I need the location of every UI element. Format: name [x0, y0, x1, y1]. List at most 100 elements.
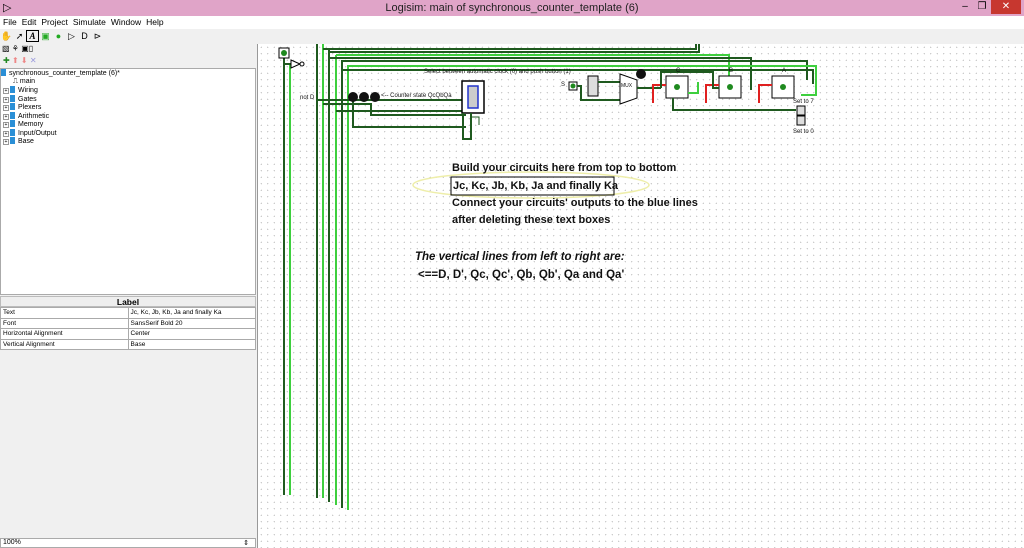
attr-name: Font — [0, 317, 129, 329]
zoom-value: 100% — [3, 539, 21, 546]
menu-window[interactable]: Window — [111, 17, 141, 27]
expand-icon[interactable]: + — [3, 139, 9, 145]
lib-label: Plexers — [18, 104, 42, 111]
ff-b-label: B — [729, 68, 734, 74]
lib-label: Base — [18, 138, 34, 145]
tree-lib-io[interactable]: + Input/Output — [1, 128, 255, 138]
expand-icon[interactable]: + — [3, 96, 9, 103]
title-bar: ▷ Logisim: main of synchronous_counter_t… — [0, 0, 1024, 16]
minimize-button[interactable]: – — [958, 0, 972, 14]
tree-lib-wiring[interactable]: + Wiring — [1, 86, 255, 95]
close-button[interactable]: ✕ — [991, 0, 1021, 14]
add-circuit-icon[interactable]: ✚ — [3, 56, 10, 65]
attr-name: Text — [0, 307, 129, 319]
clock-select-label: Select between automatic clock (0) and p… — [424, 69, 571, 75]
instruction-line-1[interactable]: Build your circuits here from top to bot… — [452, 162, 676, 174]
not-d-label: not D — [300, 95, 315, 101]
folder-icon — [10, 86, 15, 93]
menu-file[interactable]: File — [3, 17, 17, 27]
mux-label: MUX — [621, 83, 633, 89]
vertical-note-line-1[interactable]: The vertical lines from left to right ar… — [415, 251, 625, 263]
folder-icon — [10, 137, 15, 144]
attribute-header: Label — [0, 296, 256, 307]
move-up-icon[interactable]: ⬆ — [12, 56, 19, 65]
tree-lib-memory[interactable]: + Memory — [1, 120, 255, 129]
instruction-line-2[interactable]: Jc, Kc, Jb, Kb, Ja and finally Ka — [453, 180, 618, 192]
folder-icon — [10, 111, 15, 119]
attr-value-font[interactable]: SansSerif Bold 20 — [127, 317, 256, 329]
and-gate-icon[interactable]: D — [78, 31, 91, 41]
layout-view-icon[interactable]: ▣ — [21, 44, 29, 53]
delete-circuit-icon[interactable]: ✕ — [30, 56, 37, 65]
ff-a-label: A — [782, 68, 787, 74]
attr-value-text[interactable]: Jc, Kc, Jb, Kb, Ja and finally Ka — [127, 307, 256, 319]
view-toolbar: ▧ ⚘ ▣▯ — [2, 44, 33, 56]
not-gate-icon[interactable]: ▷ — [65, 31, 78, 42]
appearance-view-icon[interactable]: ▯ — [29, 44, 33, 53]
counter-state-label: <-- Counter state QcQbQa — [381, 93, 452, 99]
text-tool-icon[interactable]: A — [26, 30, 39, 42]
tree-lib-base[interactable]: + Base — [1, 137, 255, 146]
toolbar: ✋ ➚ A ▣ ● ▷ D ⊳ — [0, 30, 140, 43]
jk-flip-flops — [652, 71, 806, 126]
zoom-select[interactable]: 100% ⇕ — [0, 538, 256, 548]
tree-lib-plexers[interactable]: + Plexers — [1, 103, 255, 112]
set-to-0-button[interactable]: Set to 0 — [793, 129, 814, 135]
lib-label: Gates — [18, 95, 37, 103]
lib-label: Memory — [18, 121, 44, 128]
project-name: synchronous_counter_template (6)* — [9, 70, 120, 77]
tree-lib-arithmetic[interactable]: + Arithmetic — [1, 111, 255, 121]
lib-label: Input/Output — [18, 129, 57, 137]
menu-simulate[interactable]: Simulate — [73, 17, 106, 27]
ff-c-label: C — [676, 68, 681, 74]
menu-help[interactable]: Help — [146, 17, 163, 27]
or-gate-icon[interactable]: ⊳ — [91, 31, 104, 42]
spinner-icon[interactable]: ⇕ — [243, 539, 249, 547]
pin-input-icon[interactable]: ▣ — [39, 31, 52, 42]
menu-edit[interactable]: Edit — [22, 17, 37, 27]
move-down-icon[interactable]: ⬇ — [21, 56, 28, 65]
attribute-panel: Label Text Jc, Kc, Jb, Kb, Ja and finally… — [0, 296, 256, 536]
instruction-line-4[interactable]: after deleting these text boxes — [452, 214, 610, 226]
attr-value-valign[interactable]: Base — [127, 338, 256, 350]
sim-view-icon[interactable]: ⚘ — [12, 44, 19, 53]
expand-icon[interactable]: + — [3, 105, 9, 111]
select-tool-icon[interactable]: ➚ — [13, 31, 26, 42]
pin-output-icon[interactable]: ● — [52, 31, 65, 41]
lib-label: Wiring — [18, 87, 38, 94]
folder-icon — [1, 69, 6, 76]
vertical-signal-lines — [283, 44, 349, 510]
attr-row-halign: Horizontal Alignment Center — [0, 328, 256, 340]
circuit-icon: ⎍ — [13, 77, 18, 85]
attr-row-text: Text Jc, Kc, Jb, Kb, Ja and finally Ka — [0, 307, 256, 319]
explorer-view-icon[interactable]: ▧ — [2, 44, 10, 53]
expand-icon[interactable]: + — [3, 88, 9, 94]
explorer-tree: synchronous_counter_template (6)* ⎍ main… — [0, 68, 256, 295]
menu-project[interactable]: Project — [41, 17, 67, 27]
expand-icon[interactable]: + — [3, 130, 9, 137]
vertical-note-line-2[interactable]: <==D, D', Qc, Qc', Qb, Qb', Qa and Qa' — [418, 269, 624, 281]
set-to-7-button[interactable]: Set to 7 — [793, 99, 814, 105]
tree-toolbar: ✚ ⬆ ⬇ ✕ — [3, 56, 37, 65]
folder-icon — [10, 128, 15, 136]
maximize-button[interactable]: ❐ — [975, 0, 989, 14]
tree-main[interactable]: ⎍ main — [1, 78, 255, 87]
attr-value-halign[interactable]: Center — [127, 328, 256, 340]
tree-project[interactable]: synchronous_counter_template (6)* — [1, 69, 255, 78]
window-title: Logisim: main of synchronous_counter_tem… — [385, 2, 639, 14]
instruction-line-3[interactable]: Connect your circuits' outputs to the bl… — [452, 197, 698, 209]
folder-icon — [10, 120, 15, 127]
expand-icon[interactable]: + — [3, 113, 9, 120]
attr-row-valign: Vertical Alignment Base — [0, 338, 256, 350]
lib-label: Arithmetic — [18, 112, 50, 120]
circuit-canvas[interactable]: Select between automatic clock (0) and p… — [257, 44, 1024, 548]
expand-icon[interactable]: + — [3, 122, 9, 128]
attr-name: Vertical Alignment — [0, 338, 129, 350]
circuit-name: main — [19, 77, 36, 85]
menu-bar: File Edit Project Simulate Window Help — [0, 16, 1024, 29]
folder-icon — [10, 94, 15, 102]
circuit-drawing — [278, 44, 817, 510]
s-label: S — [561, 82, 566, 88]
poke-tool-icon[interactable]: ✋ — [0, 31, 13, 42]
tree-lib-gates[interactable]: + Gates — [1, 94, 255, 104]
